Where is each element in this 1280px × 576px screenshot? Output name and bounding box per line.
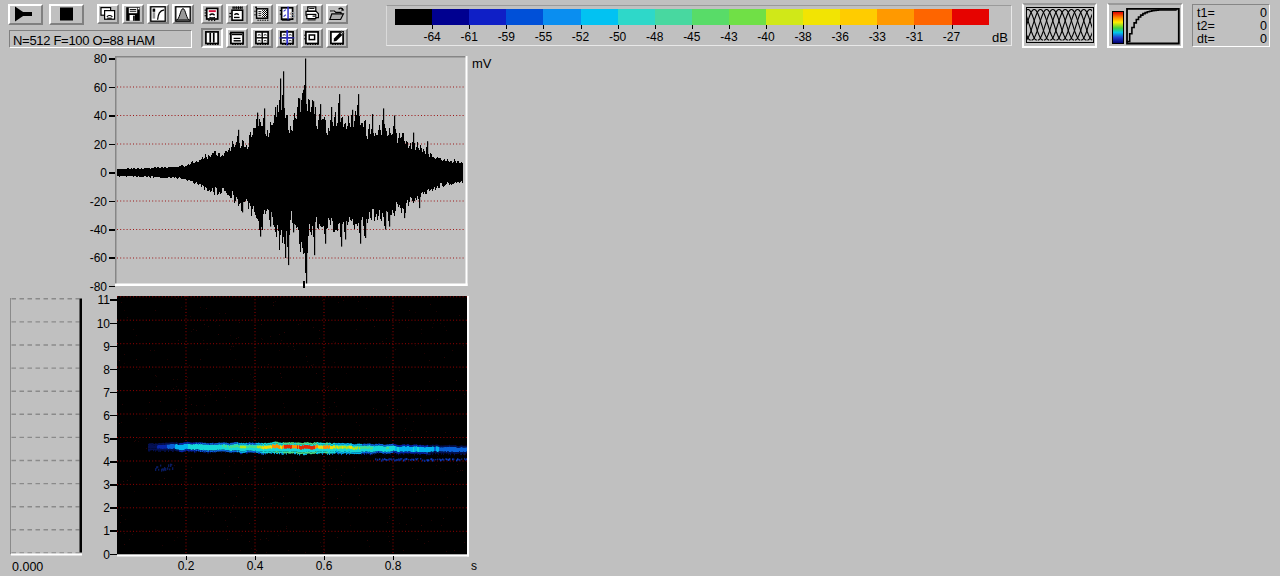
svg-text:S: S — [289, 9, 295, 20]
